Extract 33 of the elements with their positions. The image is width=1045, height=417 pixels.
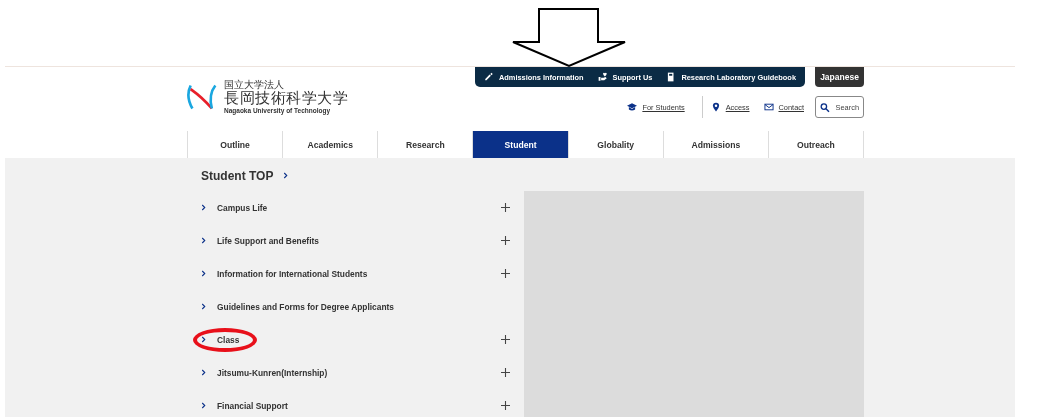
nav-tab[interactable]: Student <box>473 131 569 158</box>
logo-name: 長岡技術科学大学 <box>224 90 348 107</box>
chevron-icon <box>201 237 206 244</box>
plus-icon[interactable] <box>501 335 510 344</box>
envelope-icon <box>763 102 774 112</box>
title-chevron-icon <box>283 172 289 179</box>
plus-icon[interactable] <box>501 203 510 212</box>
plus-icon[interactable] <box>501 401 510 410</box>
chevron-icon <box>201 336 206 343</box>
hand-heart-icon <box>597 72 608 82</box>
logo-caption: 国立大学法人 <box>224 79 285 90</box>
menu-link[interactable]: Guidelines and Forms for Degree Applicants <box>217 301 510 312</box>
menu-link[interactable]: Campus Life <box>217 202 501 213</box>
location-pin-icon <box>710 102 721 112</box>
chevron-icon <box>201 369 206 376</box>
graduation-cap-icon <box>627 102 638 112</box>
book-icon <box>666 72 677 82</box>
menu-link[interactable]: Information for International Students <box>217 268 501 279</box>
chevron-icon <box>201 270 206 277</box>
menu-link[interactable]: Financial Support <box>217 400 501 411</box>
chevron-icon <box>201 204 206 211</box>
plus-icon[interactable] <box>501 368 510 377</box>
pencil-icon <box>484 72 494 82</box>
menu-link[interactable]: Jitsumu-Kunren(Internship) <box>217 367 501 378</box>
menu-title[interactable]: Student TOP <box>201 168 274 183</box>
chevron-icon <box>201 303 206 310</box>
plus-icon[interactable] <box>501 269 510 278</box>
plus-icon[interactable] <box>501 236 510 245</box>
search-icon <box>820 100 830 114</box>
language-button[interactable]: Japanese <box>815 67 864 87</box>
menu-link[interactable]: Life Support and Benefits <box>217 235 501 246</box>
menu-link[interactable]: Class <box>217 334 501 345</box>
chevron-icon <box>201 402 206 409</box>
